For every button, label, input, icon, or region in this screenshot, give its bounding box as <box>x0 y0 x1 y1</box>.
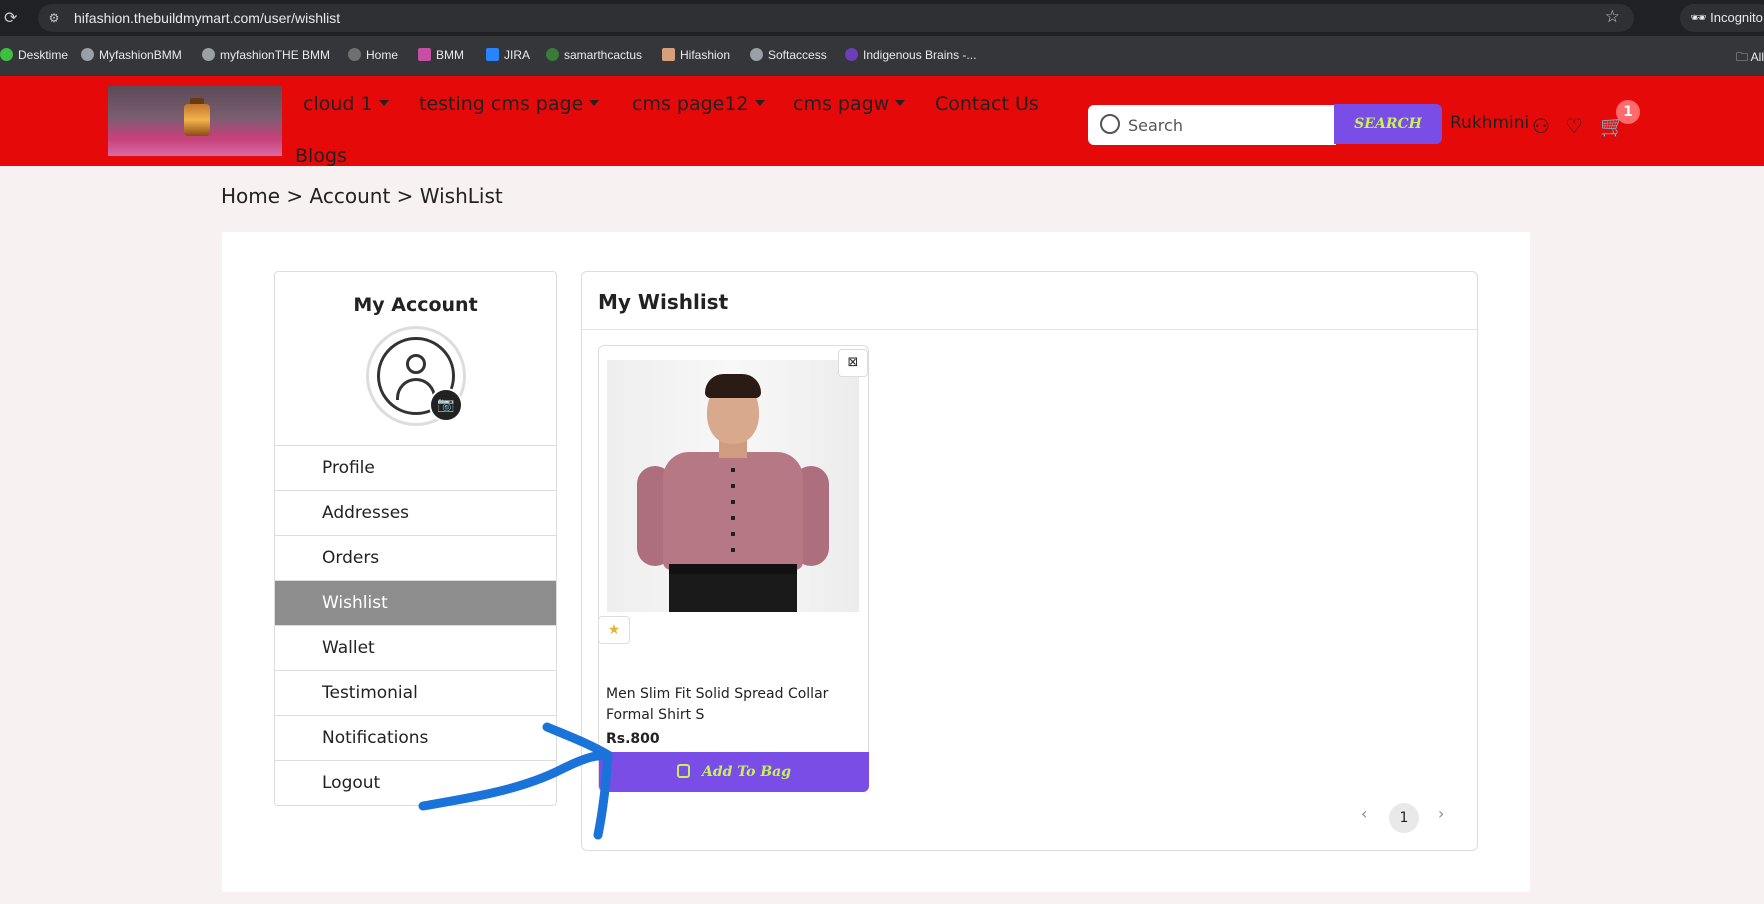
nav-blogs[interactable]: Blogs <box>295 145 347 167</box>
caret-down-icon <box>754 100 765 106</box>
jira-icon <box>486 48 499 61</box>
nav-testing-cms-page[interactable]: testing cms page <box>419 93 600 115</box>
account-menu-orders[interactable]: Orders <box>275 535 556 580</box>
bag-icon <box>676 764 690 778</box>
heart-icon[interactable]: ♡ <box>1565 114 1583 138</box>
search-button[interactable]: SEARCH <box>1334 104 1442 144</box>
account-menu-profile[interactable]: Profile <box>275 445 556 490</box>
remove-from-wishlist-button[interactable]: ⊠ <box>838 349 868 377</box>
bookmark-myfashionthebmm[interactable]: myfashionTHE BMM <box>202 48 330 62</box>
bookmark-bmm[interactable]: BMM <box>418 48 464 62</box>
pagination-page-1[interactable]: 1 <box>1389 803 1419 833</box>
figure-placket <box>731 456 735 566</box>
bookmark-indigenous-brains[interactable]: Indigenous Brains -... <box>845 48 976 62</box>
bookmark-softaccess[interactable]: Softaccess <box>750 48 827 62</box>
incognito-icon: 🕶 <box>1690 10 1711 25</box>
search-box <box>1088 105 1336 145</box>
account-menu-wallet[interactable]: Wallet <box>275 625 556 670</box>
indigenous-icon <box>845 48 858 61</box>
bookmark-myfashionbmm[interactable]: MyfashionBMM <box>81 48 182 62</box>
bookmark-hifashion[interactable]: Hifashion <box>662 48 730 62</box>
figure-hair <box>705 374 761 398</box>
caret-down-icon <box>378 100 389 106</box>
globe-icon <box>202 48 215 61</box>
search-icon <box>1100 114 1120 134</box>
bookmark-star-icon[interactable]: ☆ <box>1605 7 1620 27</box>
nav-cms-pagw[interactable]: cms pagw <box>793 93 906 115</box>
bmm-icon <box>418 48 431 61</box>
camera-icon[interactable]: 📷 <box>429 388 463 422</box>
product-image[interactable] <box>607 360 859 612</box>
bookmark-desktime[interactable]: Desktime <box>0 48 68 62</box>
cactus-icon <box>546 48 559 61</box>
nav-cms-page12[interactable]: cms page12 <box>632 93 765 115</box>
account-menu: Profile Addresses Orders Wishlist Wallet… <box>275 445 556 805</box>
bookmark-samarthcactus[interactable]: samarthcactus <box>546 48 642 62</box>
username[interactable]: Rukhmini <box>1450 113 1529 133</box>
breadcrumb[interactable]: Home > Account > WishList <box>221 184 503 208</box>
url-text[interactable]: hifashion.thebuildmymart.com/user/wishli… <box>74 10 340 26</box>
add-to-bag-label: Add To Bag <box>701 764 792 780</box>
account-sidebar: My Account 📷 Profile Addresses Orders Wi… <box>274 271 557 806</box>
cart-count-badge: 1 <box>1616 100 1640 124</box>
caret-down-icon <box>589 100 600 106</box>
caret-down-icon <box>895 100 906 106</box>
account-menu-logout[interactable]: Logout <box>275 760 556 805</box>
figure-pants <box>669 572 797 612</box>
account-title: My Account <box>353 294 478 316</box>
bookmarks-bar: Desktime MyfashionBMM myfashionTHE BMM H… <box>0 36 1764 76</box>
product-name[interactable]: Men Slim Fit Solid Spread Collar Formal … <box>606 684 856 726</box>
account-menu-wishlist[interactable]: Wishlist <box>275 580 556 625</box>
globe-icon <box>348 48 361 61</box>
account-menu-addresses[interactable]: Addresses <box>275 490 556 535</box>
reload-icon[interactable]: ⟳ <box>4 8 17 27</box>
site-logo[interactable] <box>108 86 282 156</box>
bookmark-home[interactable]: Home <box>348 48 398 62</box>
search-input[interactable] <box>1128 113 1318 137</box>
incognito-indicator[interactable]: 🕶 Incognito <box>1680 4 1764 32</box>
url-bar[interactable]: ⚙ hifashion.thebuildmymart.com/user/wish… <box>38 4 1634 32</box>
star-icon: ★ <box>607 622 621 638</box>
desktime-icon <box>0 48 13 61</box>
all-bookmarks[interactable]: 🗀 All <box>1736 48 1764 69</box>
pagination-prev[interactable]: ‹ <box>1361 804 1367 823</box>
globe-icon <box>81 48 94 61</box>
incognito-label: Incognito <box>1710 10 1763 25</box>
bookmark-jira[interactable]: JIRA <box>486 48 530 62</box>
product-price: Rs.800 <box>606 731 660 747</box>
close-icon: ⊠ <box>847 355 859 370</box>
hifashion-icon <box>662 48 675 61</box>
globe-icon <box>750 48 763 61</box>
site-settings-icon[interactable]: ⚙ <box>46 10 62 26</box>
user-icon[interactable]: ⚇ <box>1532 114 1550 138</box>
nav-contact-us[interactable]: Contact Us <box>935 93 1039 115</box>
browser-address-bar: ⟳ ⚙ hifashion.thebuildmymart.com/user/wi… <box>0 0 1764 36</box>
wishlist-title: My Wishlist <box>598 290 729 314</box>
rating-button[interactable]: ★ <box>598 616 630 644</box>
folder-icon: 🗀 <box>1735 50 1751 64</box>
pagination-next[interactable]: › <box>1438 804 1444 823</box>
nav-cloud-1[interactable]: cloud 1 <box>303 93 389 115</box>
account-menu-notifications[interactable]: Notifications <box>275 715 556 760</box>
figure-belt <box>669 564 797 574</box>
add-to-bag-button[interactable]: Add To Bag <box>599 752 869 792</box>
logo-bottle <box>184 104 210 136</box>
divider <box>582 329 1477 330</box>
avatar-head <box>406 354 426 374</box>
account-menu-testimonial[interactable]: Testimonial <box>275 670 556 715</box>
